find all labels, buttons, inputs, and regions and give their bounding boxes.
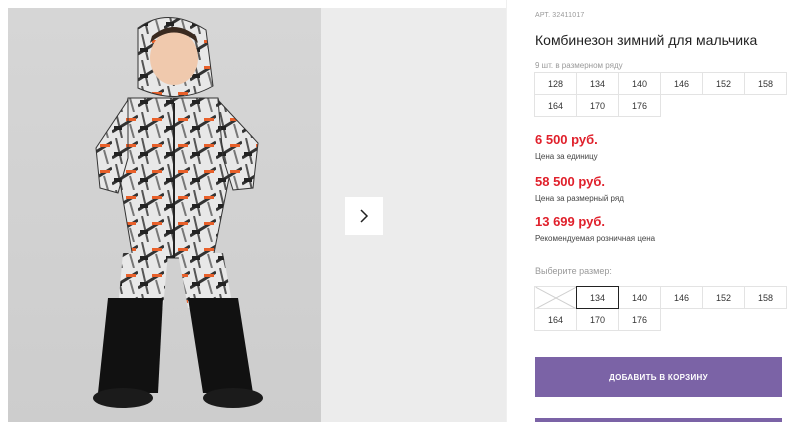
size-series-item: 176	[618, 94, 661, 117]
size-option-140[interactable]: 140	[618, 286, 661, 309]
product-title: Комбинезон зимний для мальчика	[535, 32, 758, 48]
size-series-item: 170	[576, 94, 619, 117]
size-series-item: 152	[702, 72, 745, 95]
secondary-action-button[interactable]	[535, 418, 782, 422]
series-price: 58 500 руб.	[535, 174, 606, 189]
article-number: АРТ. 32411017	[535, 12, 587, 19]
size-series-item: 164	[534, 94, 577, 117]
size-option-158[interactable]: 158	[744, 286, 787, 309]
size-series-item: 146	[660, 72, 703, 95]
product-photo[interactable]	[8, 8, 321, 422]
size-option-152[interactable]: 152	[702, 286, 745, 309]
boy-in-winter-suit-image	[93, 17, 263, 408]
unit-price-label: Цена за единицу	[535, 152, 598, 161]
next-image-button[interactable]	[345, 197, 383, 235]
choose-size-label: Выберите размер:	[535, 266, 612, 276]
retail-price-label: Рекомендуемая розничная цена	[535, 234, 656, 243]
size-series-item: 134	[576, 72, 619, 95]
size-option-146[interactable]: 146	[660, 286, 703, 309]
size-series-grid: 128 134 140 146 152 158 164 170 176	[534, 72, 787, 117]
article-label: АРТ.	[535, 12, 551, 19]
unit-price: 6 500 руб.	[535, 132, 598, 147]
size-series-label: 9 шт. в размерном ряду	[535, 61, 623, 70]
size-option-170[interactable]: 170	[576, 308, 619, 331]
article-value: 32411017	[552, 12, 585, 19]
size-selector: 134 140 146 152 158 164 170 176	[534, 286, 787, 331]
size-option-176[interactable]: 176	[618, 308, 661, 331]
chevron-right-icon	[360, 209, 369, 223]
add-to-cart-button[interactable]: ДОБАВИТЬ В КОРЗИНУ	[535, 357, 782, 397]
size-series-item: 158	[744, 72, 787, 95]
product-page: АРТ. 32411017 Комбинезон зимний для мальч…	[0, 0, 800, 422]
size-series-item: 140	[618, 72, 661, 95]
size-option-164[interactable]: 164	[534, 308, 577, 331]
size-option-128	[534, 286, 577, 309]
size-series-item: 128	[534, 72, 577, 95]
divider	[506, 0, 507, 422]
size-option-134[interactable]: 134	[576, 286, 619, 309]
series-price-label: Цена за размерный ряд	[535, 194, 624, 203]
retail-price: 13 699 руб.	[535, 214, 606, 229]
